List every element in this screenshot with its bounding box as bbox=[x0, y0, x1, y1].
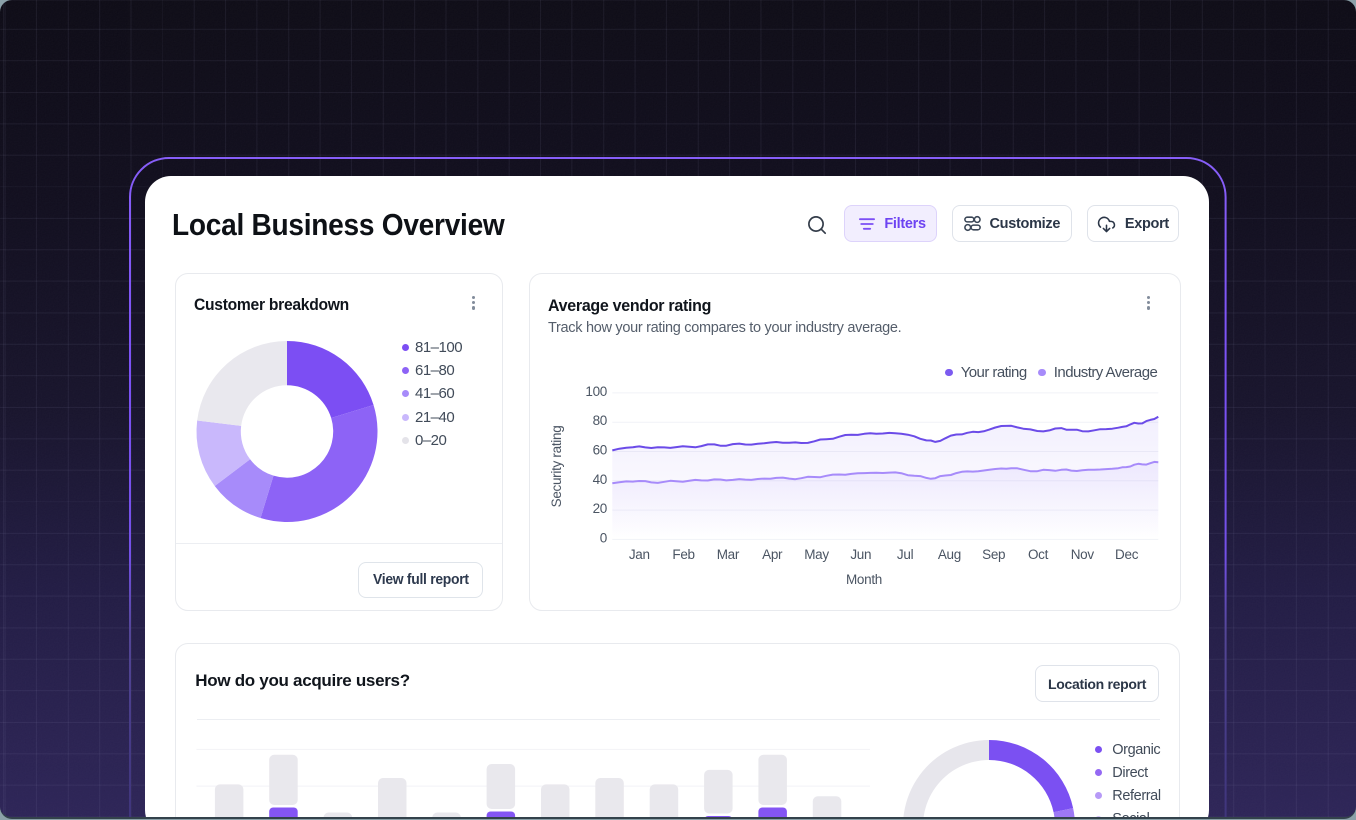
svg-text:80: 80 bbox=[592, 413, 606, 428]
svg-text:Jun: Jun bbox=[850, 546, 871, 561]
svg-text:May: May bbox=[804, 546, 829, 561]
svg-text:Jul: Jul bbox=[896, 546, 913, 561]
svg-text:Feb: Feb bbox=[672, 546, 694, 561]
svg-text:Oct: Oct bbox=[1027, 546, 1048, 561]
svg-text:60: 60 bbox=[592, 442, 606, 457]
svg-text:Sep: Sep bbox=[982, 546, 1005, 561]
svg-text:40: 40 bbox=[592, 471, 606, 486]
svg-text:100: 100 bbox=[585, 383, 607, 398]
svg-text:Apr: Apr bbox=[762, 546, 783, 561]
svg-text:Month: Month bbox=[845, 572, 881, 587]
svg-text:Security rating: Security rating bbox=[549, 425, 564, 507]
svg-text:Jan: Jan bbox=[628, 546, 649, 561]
svg-text:20: 20 bbox=[592, 501, 606, 516]
svg-text:Nov: Nov bbox=[1070, 546, 1094, 561]
svg-text:Mar: Mar bbox=[716, 546, 739, 561]
svg-text:Dec: Dec bbox=[1115, 546, 1139, 561]
svg-text:0: 0 bbox=[599, 530, 606, 545]
svg-text:Aug: Aug bbox=[937, 546, 960, 561]
